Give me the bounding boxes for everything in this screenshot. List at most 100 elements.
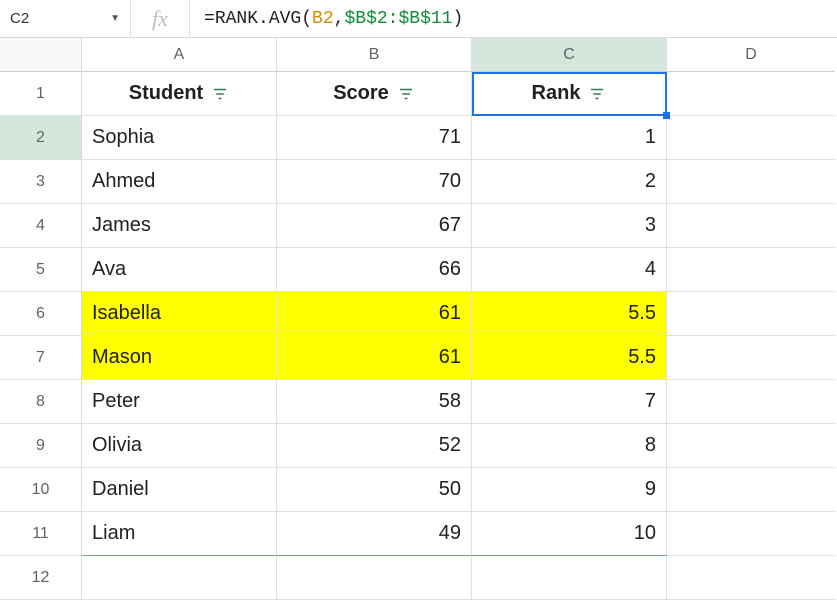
grid-body: A B C D Student Score Rank bbox=[82, 38, 837, 600]
row-header-5[interactable]: 5 bbox=[0, 248, 82, 292]
name-box-dropdown-icon[interactable]: ▼ bbox=[110, 13, 120, 24]
cell-student[interactable]: Isabella bbox=[82, 292, 277, 336]
cell-score[interactable]: 58 bbox=[277, 380, 472, 424]
row-header-6[interactable]: 6 bbox=[0, 292, 82, 336]
cell-rank[interactable]: 1 bbox=[472, 116, 667, 160]
cell-rank[interactable]: 8 bbox=[472, 424, 667, 468]
cell-score[interactable]: 50 bbox=[277, 468, 472, 512]
cell-student[interactable]: Sophia bbox=[82, 116, 277, 160]
cell-student[interactable]: Ahmed bbox=[82, 160, 277, 204]
formula-bar: C2 ▼ fx = RANK.AVG ( B2 , $B$2:$B$11 ) bbox=[0, 0, 837, 38]
row-header-9[interactable]: 9 bbox=[0, 424, 82, 468]
row-header-1[interactable]: 1 bbox=[0, 72, 82, 116]
cell-score[interactable]: 70 bbox=[277, 160, 472, 204]
cell-student[interactable]: James bbox=[82, 204, 277, 248]
table-row: Olivia528 bbox=[82, 424, 837, 468]
cell-rank[interactable]: 5.5 bbox=[472, 336, 667, 380]
cell-empty[interactable] bbox=[667, 248, 835, 292]
row-header-11[interactable]: 11 bbox=[0, 512, 82, 556]
filter-icon[interactable] bbox=[211, 85, 229, 103]
cell-empty[interactable] bbox=[667, 204, 835, 248]
filter-icon[interactable] bbox=[397, 85, 415, 103]
cell-score[interactable]: 61 bbox=[277, 336, 472, 380]
col-header-C[interactable]: C bbox=[472, 38, 667, 72]
formula-arg1: B2 bbox=[312, 9, 334, 29]
row-header-4[interactable]: 4 bbox=[0, 204, 82, 248]
formula-arg2: $B$2:$B$11 bbox=[344, 9, 452, 29]
cell-rank[interactable]: 4 bbox=[472, 248, 667, 292]
cell-empty[interactable] bbox=[667, 424, 835, 468]
header-score-label: Score bbox=[333, 82, 389, 105]
table-row: Student Score Rank bbox=[82, 72, 837, 116]
table-row: Peter587 bbox=[82, 380, 837, 424]
cell-student[interactable]: Ava bbox=[82, 248, 277, 292]
cell-student[interactable]: Liam bbox=[82, 512, 277, 556]
name-box[interactable]: C2 ▼ bbox=[0, 0, 130, 37]
cell-empty[interactable] bbox=[667, 512, 835, 556]
cell-B12[interactable] bbox=[277, 556, 472, 600]
header-student-label: Student bbox=[129, 82, 203, 105]
cell-rank[interactable]: 10 bbox=[472, 512, 667, 556]
cell-score[interactable]: 61 bbox=[277, 292, 472, 336]
header-score[interactable]: Score bbox=[277, 72, 472, 116]
filter-icon[interactable] bbox=[588, 85, 606, 103]
cell-D12[interactable] bbox=[667, 556, 835, 600]
row-header-8[interactable]: 8 bbox=[0, 380, 82, 424]
selection-fill-handle[interactable] bbox=[663, 112, 670, 119]
cell-score[interactable]: 52 bbox=[277, 424, 472, 468]
header-rank[interactable]: Rank bbox=[472, 72, 667, 116]
cell-empty[interactable] bbox=[667, 336, 835, 380]
cell-student[interactable]: Mason bbox=[82, 336, 277, 380]
row-headers: 1 2 3 4 5 6 7 8 9 10 11 12 bbox=[0, 38, 82, 600]
name-box-value: C2 bbox=[10, 10, 29, 27]
row-header-3[interactable]: 3 bbox=[0, 160, 82, 204]
cell-score[interactable]: 66 bbox=[277, 248, 472, 292]
col-header-D[interactable]: D bbox=[667, 38, 835, 72]
table-row: Sophia711 bbox=[82, 116, 837, 160]
fx-label: fx bbox=[130, 0, 190, 37]
table-row: Ahmed702 bbox=[82, 160, 837, 204]
col-header-A[interactable]: A bbox=[82, 38, 277, 72]
header-rank-label: Rank bbox=[532, 82, 581, 105]
cell-rank[interactable]: 2 bbox=[472, 160, 667, 204]
cell-rank[interactable]: 9 bbox=[472, 468, 667, 512]
cell-empty[interactable] bbox=[667, 160, 835, 204]
cell-rank[interactable]: 7 bbox=[472, 380, 667, 424]
column-headers: A B C D bbox=[82, 38, 837, 72]
table-row: James673 bbox=[82, 204, 837, 248]
cell-score[interactable]: 71 bbox=[277, 116, 472, 160]
cell-empty[interactable] bbox=[667, 468, 835, 512]
cell-student[interactable]: Peter bbox=[82, 380, 277, 424]
table-row: Daniel509 bbox=[82, 468, 837, 512]
table-row: Ava664 bbox=[82, 248, 837, 292]
header-student[interactable]: Student bbox=[82, 72, 277, 116]
table-row: Mason615.5 bbox=[82, 336, 837, 380]
cell-empty[interactable] bbox=[667, 380, 835, 424]
formula-eq: = bbox=[204, 9, 215, 29]
col-header-B[interactable]: B bbox=[277, 38, 472, 72]
cell-C12[interactable] bbox=[472, 556, 667, 600]
table-row bbox=[82, 556, 837, 600]
cell-score[interactable]: 49 bbox=[277, 512, 472, 556]
row-header-12[interactable]: 12 bbox=[0, 556, 82, 600]
cell-rank[interactable]: 5.5 bbox=[472, 292, 667, 336]
select-all-corner[interactable] bbox=[0, 38, 82, 72]
cell-empty[interactable] bbox=[667, 292, 835, 336]
cell-student[interactable]: Daniel bbox=[82, 468, 277, 512]
formula-fn: RANK.AVG bbox=[215, 9, 301, 29]
cell-A12[interactable] bbox=[82, 556, 277, 600]
cell-score[interactable]: 67 bbox=[277, 204, 472, 248]
row-header-10[interactable]: 10 bbox=[0, 468, 82, 512]
cell-empty[interactable] bbox=[667, 116, 835, 160]
spreadsheet-grid: 1 2 3 4 5 6 7 8 9 10 11 12 A B C D Stude… bbox=[0, 38, 837, 600]
row-header-7[interactable]: 7 bbox=[0, 336, 82, 380]
cell-rank[interactable]: 3 bbox=[472, 204, 667, 248]
formula-open: ( bbox=[301, 9, 312, 29]
table-row: Isabella615.5 bbox=[82, 292, 837, 336]
cell-student[interactable]: Olivia bbox=[82, 424, 277, 468]
formula-comma: , bbox=[334, 9, 345, 29]
formula-input[interactable]: = RANK.AVG ( B2 , $B$2:$B$11 ) bbox=[190, 0, 477, 37]
row-header-2[interactable]: 2 bbox=[0, 116, 82, 160]
table-row: Liam4910 bbox=[82, 512, 837, 556]
cell-D1[interactable] bbox=[667, 72, 835, 116]
